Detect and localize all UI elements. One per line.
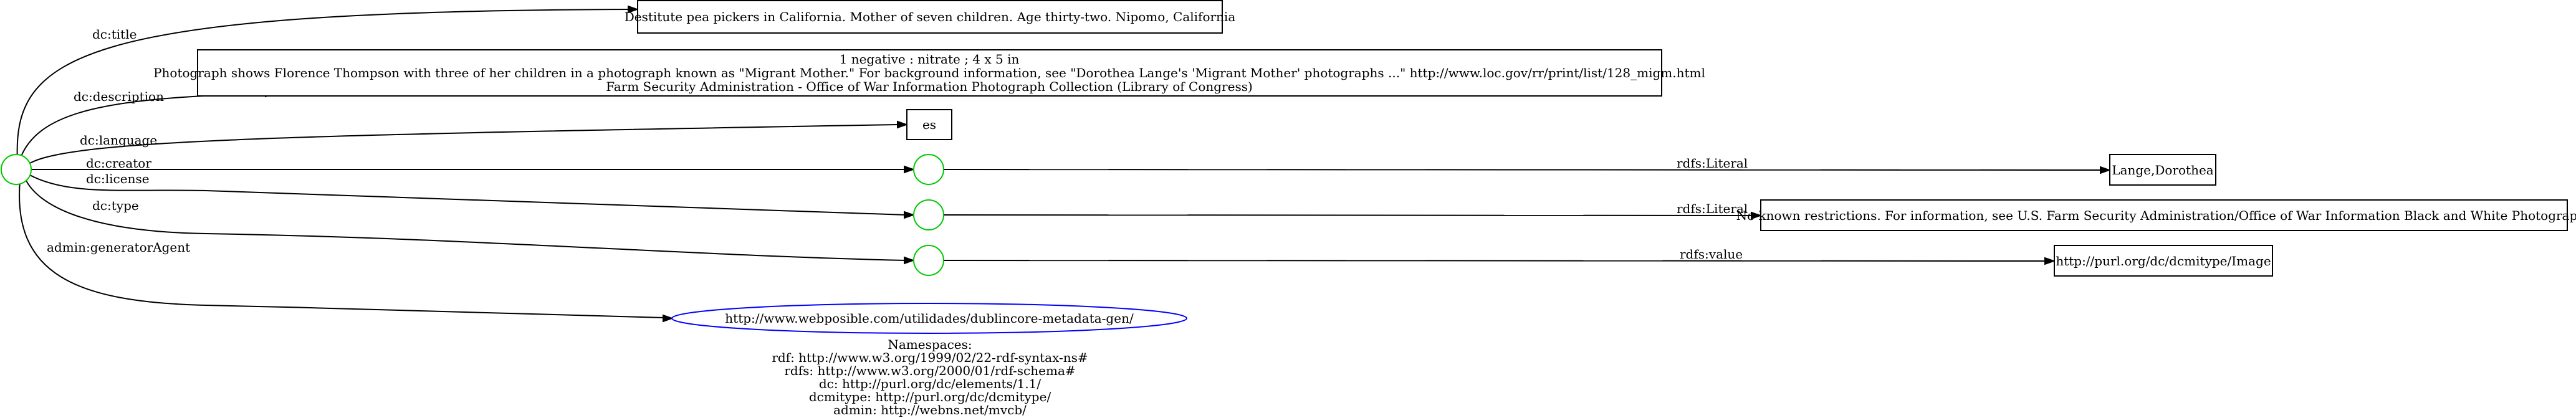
description-line-3: Farm Security Administration - Office of… bbox=[606, 79, 1253, 94]
type-literal-text: http://purl.org/dc/dcmitype/Image bbox=[2056, 254, 2271, 268]
description-literal-node: 1 negative : nitrate ; 4 x 5 in Photogra… bbox=[153, 49, 1705, 97]
edge-type-value: rdfs:value bbox=[943, 247, 2056, 265]
description-line-1: 1 negative : nitrate ; 4 x 5 in bbox=[840, 52, 1020, 67]
edge-dc-description: dc:description bbox=[18, 89, 276, 164]
generator-uri-text: http://www.webposible.com/utilidades/dub… bbox=[725, 311, 1134, 326]
edge-label-dc-license: dc:license bbox=[86, 171, 150, 186]
edge-label-dc-title: dc:title bbox=[92, 27, 136, 42]
generator-uri-node: http://www.webposible.com/utilidades/dub… bbox=[671, 303, 1187, 334]
creator-blank-node bbox=[913, 154, 944, 185]
language-literal-node: es bbox=[906, 109, 952, 140]
license-literal-text: No known restrictions. For information, … bbox=[1736, 208, 2576, 223]
namespace-admin: admin: http://webns.net/mvcb/ bbox=[833, 402, 1027, 417]
edge-label-dc-language: dc:language bbox=[80, 133, 157, 148]
namespaces-legend: Namespaces: rdf: http://www.w3.org/1999/… bbox=[772, 337, 1088, 417]
edge-label-creator-literal: rdfs:Literal bbox=[1677, 156, 1748, 171]
edge-creator-literal: rdfs:Literal bbox=[943, 156, 2111, 174]
license-literal-node: No known restrictions. For information, … bbox=[1736, 199, 2576, 231]
edge-label-dc-type: dc:type bbox=[92, 198, 139, 213]
edge-license-literal: rdfs:Literal bbox=[943, 201, 1762, 220]
edge-dc-language: dc:language bbox=[24, 120, 908, 168]
root-blank-node bbox=[1, 154, 32, 185]
creator-literal-text: Lange,Dorothea bbox=[2112, 163, 2214, 178]
rdf-graph-diagram: dc:title dc:description dc:language dc:c… bbox=[1, 0, 2576, 417]
type-blank-node bbox=[913, 245, 944, 276]
language-literal-text: es bbox=[922, 117, 936, 132]
description-line-2: Photograph shows Florence Thompson with … bbox=[153, 65, 1705, 80]
edge-label-dc-creator: dc:creator bbox=[86, 156, 151, 171]
edge-label-dc-description: dc:description bbox=[74, 89, 164, 104]
edge-dc-creator: dc:creator bbox=[30, 156, 915, 174]
edge-dc-license: dc:license bbox=[28, 171, 915, 219]
title-literal-node: Destitute pea pickers in California. Mot… bbox=[625, 0, 1236, 34]
type-literal-node: http://purl.org/dc/dcmitype/Image bbox=[2054, 245, 2273, 277]
edge-label-admin-generatoragent: admin:generatorAgent bbox=[47, 240, 190, 255]
creator-literal-node: Lange,Dorothea bbox=[2109, 154, 2216, 186]
title-literal-text: Destitute pea pickers in California. Mot… bbox=[625, 9, 1236, 24]
edge-label-type-value: rdfs:value bbox=[1680, 247, 1743, 262]
license-blank-node bbox=[913, 199, 944, 230]
